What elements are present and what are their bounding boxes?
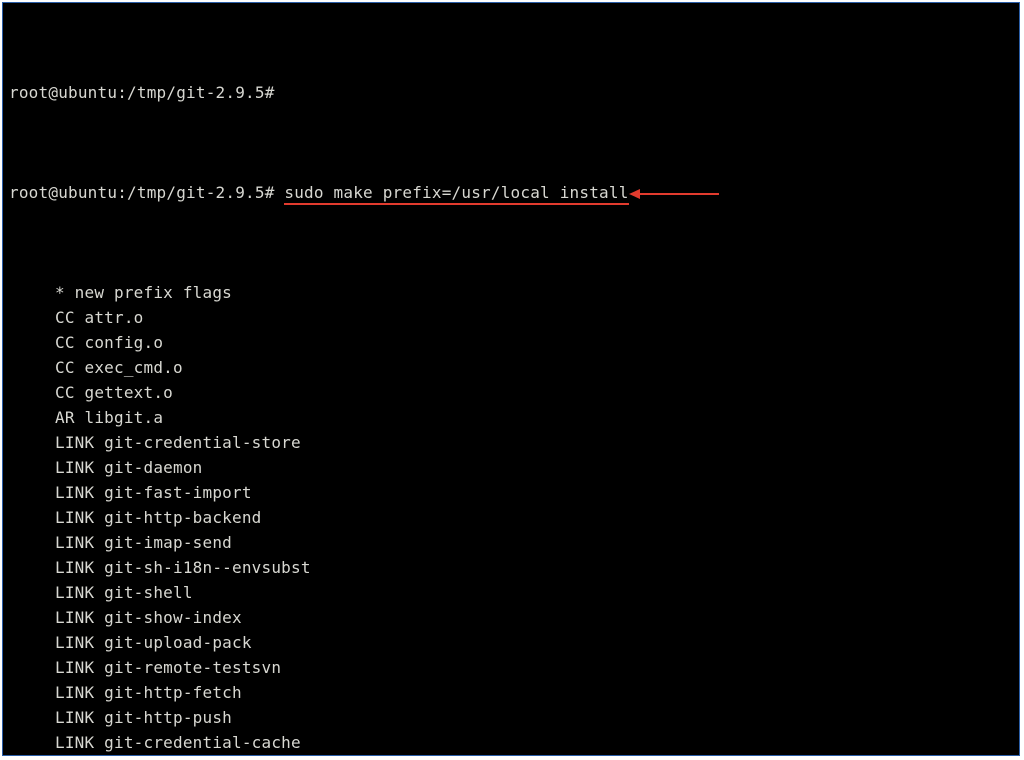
output-line: LINK git-show-index	[9, 605, 1013, 630]
terminal-window[interactable]: root@ubuntu:/tmp/git-2.9.5# root@ubuntu:…	[2, 2, 1020, 756]
prompt-symbol: #	[265, 183, 275, 202]
prompt-host: ubuntu	[58, 183, 117, 202]
output-line: LINK git-credential-cache--daemon	[9, 755, 1013, 756]
output-line: LINK git-imap-send	[9, 530, 1013, 555]
output-line: LINK git-http-push	[9, 705, 1013, 730]
output-line: LINK git-credential-cache	[9, 730, 1013, 755]
annotation-arrow-left-icon	[629, 189, 719, 199]
output-line: LINK git-credential-store	[9, 430, 1013, 455]
prompt-host: ubuntu	[58, 83, 117, 102]
colon: :	[117, 83, 127, 102]
output-line: CC config.o	[9, 330, 1013, 355]
prompt-cwd: /tmp/git-2.9.5	[127, 183, 265, 202]
typed-command: sudo make prefix=/usr/local install	[284, 183, 628, 205]
output-line: LINK git-upload-pack	[9, 630, 1013, 655]
terminal-content[interactable]: root@ubuntu:/tmp/git-2.9.5# root@ubuntu:…	[3, 3, 1019, 756]
output-line: LINK git-http-backend	[9, 505, 1013, 530]
output-line: LINK git-http-fetch	[9, 680, 1013, 705]
output-line: CC attr.o	[9, 305, 1013, 330]
prompt-line-1: root@ubuntu:/tmp/git-2.9.5#	[9, 80, 1013, 105]
output-line: LINK git-daemon	[9, 455, 1013, 480]
prompt-cwd: /tmp/git-2.9.5	[127, 83, 265, 102]
arrow-line-icon	[639, 193, 719, 195]
output-line: AR libgit.a	[9, 405, 1013, 430]
output-line: CC exec_cmd.o	[9, 355, 1013, 380]
prompt-user: root	[9, 183, 48, 202]
prompt-line-2: root@ubuntu:/tmp/git-2.9.5# sudo make pr…	[9, 180, 1013, 205]
arrow-head-icon	[629, 189, 640, 199]
output-line: LINK git-fast-import	[9, 480, 1013, 505]
output-line: CC gettext.o	[9, 380, 1013, 405]
prompt-symbol: #	[265, 83, 275, 102]
output-line: LINK git-sh-i18n--envsubst	[9, 555, 1013, 580]
at-symbol: @	[48, 83, 58, 102]
at-symbol: @	[48, 183, 58, 202]
output-line: * new prefix flags	[9, 280, 1013, 305]
space	[275, 183, 285, 202]
build-output: * new prefix flagsCC attr.oCC config.oCC…	[9, 280, 1013, 756]
output-line: LINK git-remote-testsvn	[9, 655, 1013, 680]
colon: :	[117, 183, 127, 202]
output-line: LINK git-shell	[9, 580, 1013, 605]
prompt-user: root	[9, 83, 48, 102]
